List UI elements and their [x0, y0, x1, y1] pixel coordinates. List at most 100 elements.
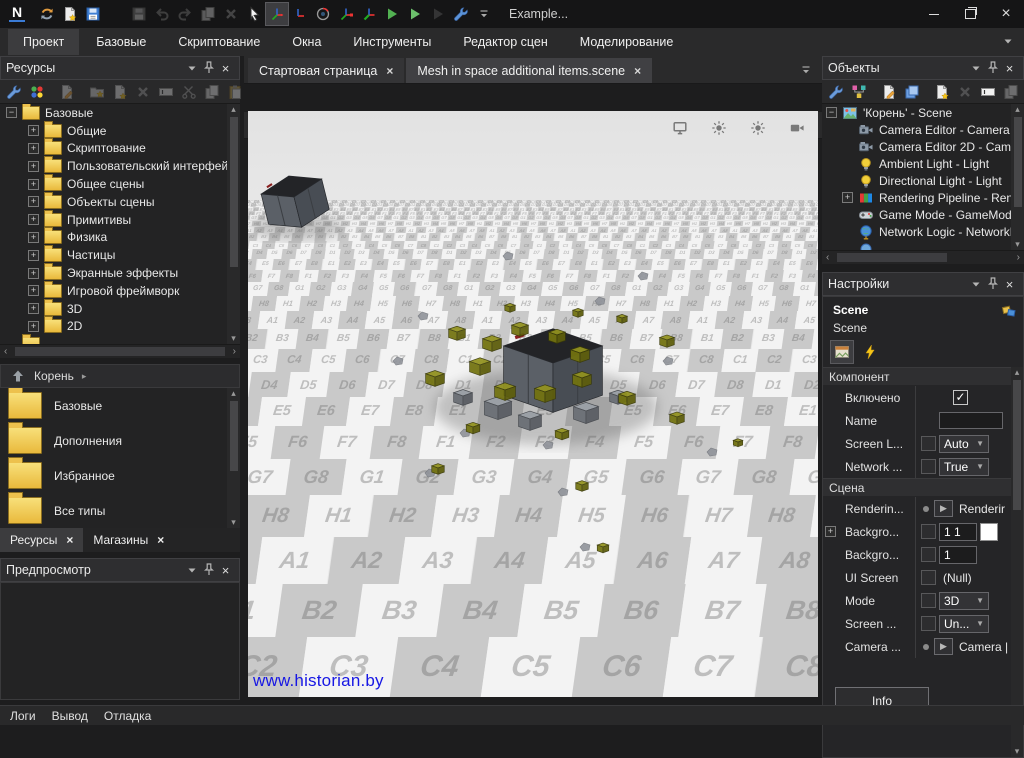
expand-icon[interactable]: + [28, 268, 39, 279]
statusbar-tab-вывод[interactable]: Вывод [52, 709, 88, 723]
new-file-icon[interactable] [59, 3, 81, 25]
resources-tree-item[interactable]: +Общие [0, 122, 240, 140]
resources-tree-item[interactable]: +Объекты сцены [0, 193, 240, 211]
checkbox[interactable]: ✓ [953, 390, 968, 405]
save2-icon[interactable] [105, 3, 127, 25]
expand-icon[interactable]: + [28, 196, 39, 207]
objects-tree-item[interactable]: +Rendering Pipeline - Rendering Pipeline [822, 189, 1024, 206]
cursor-icon[interactable] [243, 3, 265, 25]
windows-icon[interactable] [901, 81, 923, 103]
doc-tab[interactable]: Mesh in space additional items.scene× [406, 58, 652, 83]
scene-viewport[interactable]: C2C3C4C5C6C7C8C1C2C3B1B2B3B4B5B6B7B8B1B2… [248, 111, 818, 697]
value-box[interactable]: 1 1 [939, 523, 977, 541]
resources-tree-item[interactable]: +Игровой фреймворк [0, 282, 240, 300]
close-icon[interactable]: × [217, 562, 234, 578]
pin-icon[interactable] [200, 60, 217, 76]
color-swatch[interactable] [980, 523, 998, 541]
expand-icon[interactable]: + [28, 303, 39, 314]
settings-vscrollbar[interactable]: ▴▾ [1011, 367, 1023, 757]
edit-doc-icon[interactable] [878, 81, 900, 103]
wrench-icon[interactable] [825, 81, 847, 103]
dropdown[interactable]: True▼ [939, 458, 989, 476]
expand-icon[interactable]: + [28, 285, 39, 296]
hierarchy-icon[interactable] [848, 81, 870, 103]
chevron-down-icon[interactable] [183, 562, 200, 578]
objects-tree-item[interactable]: Ambient Light - Light [822, 155, 1024, 172]
objects-tree-item[interactable]: Directional Light - Light [822, 172, 1024, 189]
play2-icon[interactable] [404, 3, 426, 25]
resources-tree-item[interactable]: +Физика [0, 229, 240, 247]
app-logo[interactable]: N [6, 4, 28, 24]
sun-icon[interactable] [747, 117, 769, 139]
statusbar-tab-отладка[interactable]: Отладка [104, 709, 151, 723]
tab-close-icon[interactable]: × [386, 64, 393, 78]
resources-tree-item[interactable]: +Общее сцены [0, 175, 240, 193]
resources-tree-item[interactable]: +Экранные эффекты [0, 264, 240, 282]
monitor-icon[interactable] [669, 117, 691, 139]
tab-close-icon[interactable]: × [66, 533, 73, 547]
close-icon[interactable]: × [1001, 60, 1018, 76]
resources-tree-item[interactable]: +Частицы [0, 246, 240, 264]
expand-icon[interactable]: + [28, 232, 39, 243]
expand-icon[interactable]: + [28, 179, 39, 190]
up-arrow-icon[interactable] [9, 368, 26, 384]
menu-overflow-chevron-icon[interactable] [1000, 33, 1016, 52]
reset-box[interactable] [921, 436, 936, 451]
objects-tree-item[interactable]: Network Logic - NetworkLogic [822, 223, 1024, 240]
objects-tree-item[interactable]: Game Mode - GameMode [822, 206, 1024, 223]
reset-box[interactable] [921, 524, 936, 539]
sun-icon[interactable] [708, 117, 730, 139]
rename-icon[interactable] [977, 81, 999, 103]
statusbar-tab-логи[interactable]: Логи [10, 709, 36, 723]
resources-tree-item[interactable]: +Пользовательский интерфейс [0, 157, 240, 175]
objects-tree-item[interactable]: Camera Editor - Camera [822, 121, 1024, 138]
folder-list-item[interactable]: Избранное [0, 458, 240, 493]
chevron-down-icon[interactable] [967, 60, 984, 76]
resources-tree-item[interactable] [0, 335, 240, 344]
reset-box[interactable] [921, 616, 936, 631]
folder-list-item[interactable]: Базовые [0, 388, 240, 423]
resources-tree-hscrollbar[interactable]: ‹› [0, 344, 240, 358]
expand-icon[interactable]: + [28, 143, 39, 154]
refresh-icon[interactable] [36, 3, 58, 25]
menu-item-2[interactable]: Базовые [81, 29, 161, 55]
resources-tree-item[interactable]: +2D [0, 318, 240, 336]
close-icon[interactable]: × [217, 60, 234, 76]
resources-tree-item[interactable]: +Примитивы [0, 211, 240, 229]
gizmo-rotate-icon[interactable] [312, 3, 334, 25]
expand-icon[interactable]: + [28, 214, 39, 225]
objects-tree-vscrollbar[interactable]: ▴▾ [1011, 104, 1024, 250]
resources-tree-item[interactable]: +3D [0, 300, 240, 318]
group-header[interactable]: Компонент [823, 367, 1011, 386]
reset-box[interactable] [921, 570, 936, 585]
resources-tree-vscrollbar[interactable]: ▴▾ [227, 104, 240, 344]
objects-tree-item[interactable] [822, 240, 1024, 250]
menu-item-3[interactable]: Скриптование [163, 29, 275, 55]
text-input[interactable] [939, 412, 1003, 429]
camcorder-icon[interactable] [786, 117, 808, 139]
palette-icon[interactable] [26, 81, 48, 103]
gizmo-scale-icon[interactable] [335, 3, 357, 25]
expand-icon[interactable]: + [28, 250, 39, 261]
gizmo-transform-icon[interactable] [358, 3, 380, 25]
pin-icon[interactable] [200, 562, 217, 578]
minimize-button[interactable] [916, 0, 952, 28]
watermark-link[interactable]: www.historian.by [253, 671, 384, 691]
close-button[interactable]: × [988, 0, 1024, 28]
breadcrumb-root[interactable]: Корень [34, 369, 74, 383]
gizmo-move-icon[interactable] [289, 3, 311, 25]
tools-icon[interactable] [450, 3, 472, 25]
chevron-down-icon[interactable] [967, 276, 984, 292]
tab-overflow-icon[interactable] [798, 62, 814, 81]
folder-list-vscrollbar[interactable]: ▴▾ [227, 388, 240, 528]
doc-star-icon[interactable] [931, 81, 953, 103]
collapse-icon[interactable]: − [826, 107, 837, 118]
menu-item-5[interactable]: Инструменты [338, 29, 446, 55]
dropdown[interactable]: Un...▼ [939, 615, 989, 633]
menu-item-7[interactable]: Моделирование [565, 29, 689, 55]
panel-tab-ресурсы[interactable]: Ресурсы× [0, 528, 83, 552]
pin-icon[interactable] [984, 276, 1001, 292]
tab-close-icon[interactable]: × [157, 533, 164, 547]
expand-icon[interactable]: + [825, 526, 836, 537]
value-box[interactable]: 1 [939, 546, 977, 564]
